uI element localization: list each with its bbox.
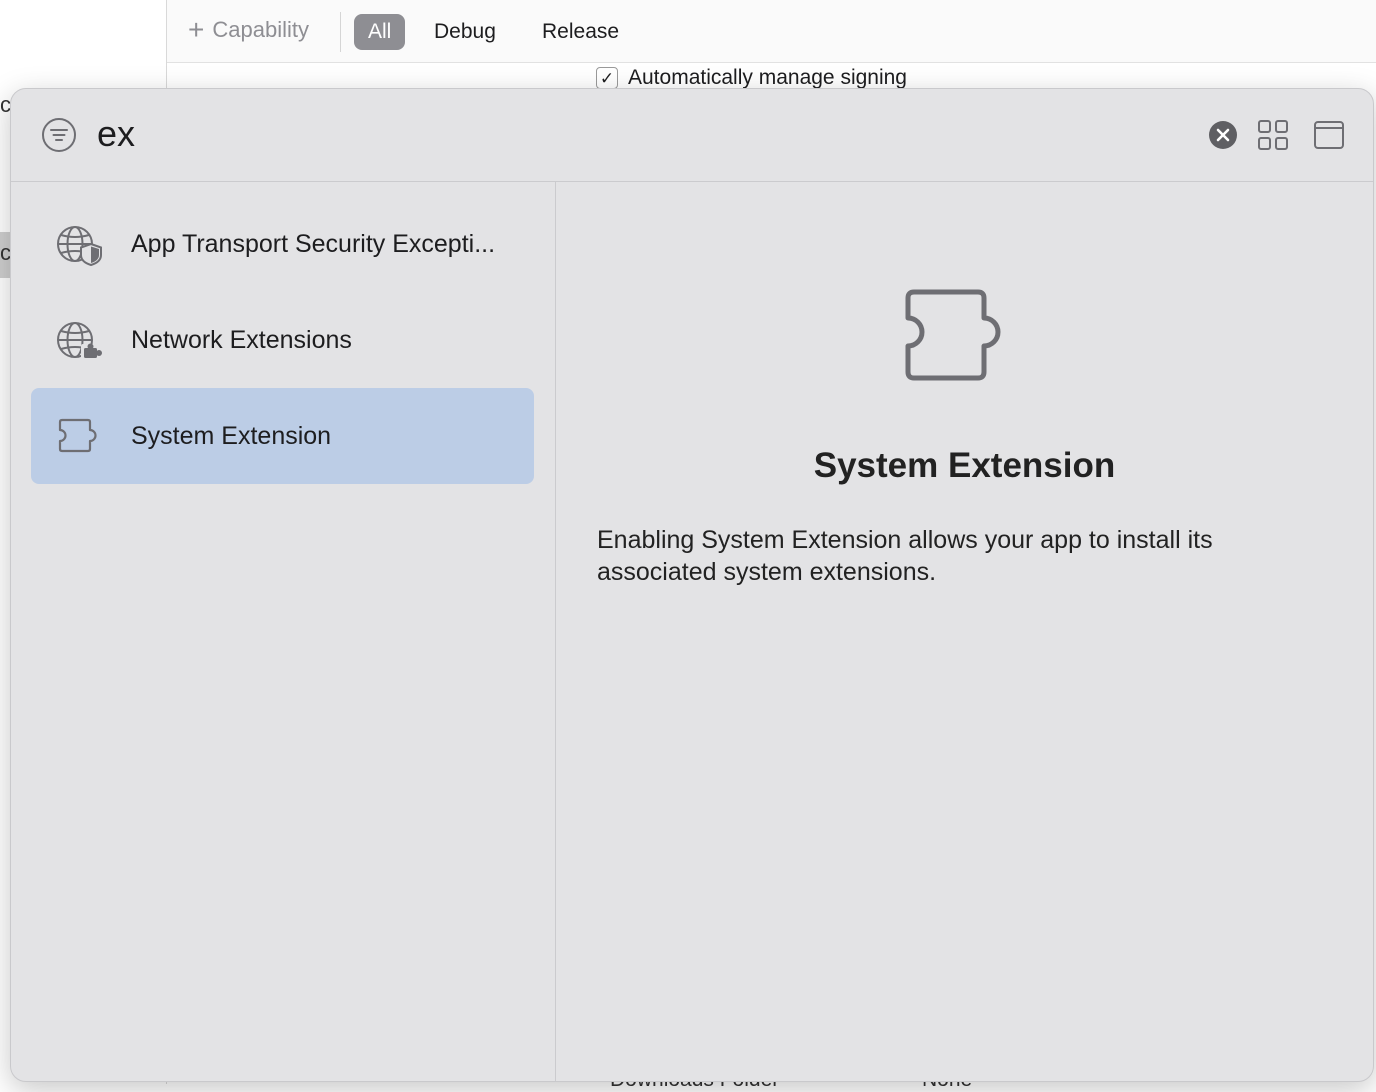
search-input[interactable] xyxy=(97,111,697,157)
clear-icon xyxy=(1209,121,1237,149)
clear-search-button[interactable] xyxy=(1205,117,1241,153)
toolbar-divider xyxy=(340,12,341,52)
library-header xyxy=(11,89,1373,182)
detail-view-button[interactable] xyxy=(1311,117,1347,153)
capability-list: App Transport Security Excepti... Networ… xyxy=(11,182,556,1081)
capability-detail: System Extension Enabling System Extensi… xyxy=(556,182,1373,1081)
detail-description: Enabling System Extension allows your ap… xyxy=(597,526,1213,586)
list-item-system-extension[interactable]: System Extension xyxy=(31,388,534,484)
segment-debug[interactable]: Debug xyxy=(420,14,510,50)
globe-puzzle-icon xyxy=(57,322,102,361)
auto-signing-label: Automatically manage signing xyxy=(628,66,907,89)
grid-view-button[interactable] xyxy=(1255,117,1291,153)
window-icon xyxy=(1314,121,1344,149)
editor-toolbar xyxy=(167,0,1376,63)
add-capability-button[interactable]: + Capability xyxy=(188,16,309,44)
list-item-label: Network Extensions xyxy=(131,325,352,354)
list-item-label: App Transport Security Excepti... xyxy=(131,229,496,258)
plus-icon: + xyxy=(188,14,205,45)
add-capability-label: Capability xyxy=(212,17,309,42)
filter-icon[interactable] xyxy=(41,117,77,153)
grid-icon xyxy=(1258,120,1288,150)
puzzle-piece-icon xyxy=(905,289,1001,381)
auto-signing-row: ✓ Automatically manage signing xyxy=(596,66,907,90)
segment-all[interactable]: All xyxy=(354,14,406,50)
capability-library-popover: App Transport Security Excepti... Networ… xyxy=(10,88,1374,1082)
list-item-network-extensions[interactable]: Network Extensions xyxy=(31,292,534,388)
list-item-label: System Extension xyxy=(131,421,332,450)
list-item-app-transport-security[interactable]: App Transport Security Excepti... xyxy=(31,196,534,292)
auto-signing-checkbox[interactable]: ✓ xyxy=(596,67,618,89)
puzzle-piece-icon xyxy=(58,418,97,453)
globe-shield-icon xyxy=(57,226,102,266)
detail-title: System Extension xyxy=(813,446,1116,485)
segment-release[interactable]: Release xyxy=(528,14,633,50)
